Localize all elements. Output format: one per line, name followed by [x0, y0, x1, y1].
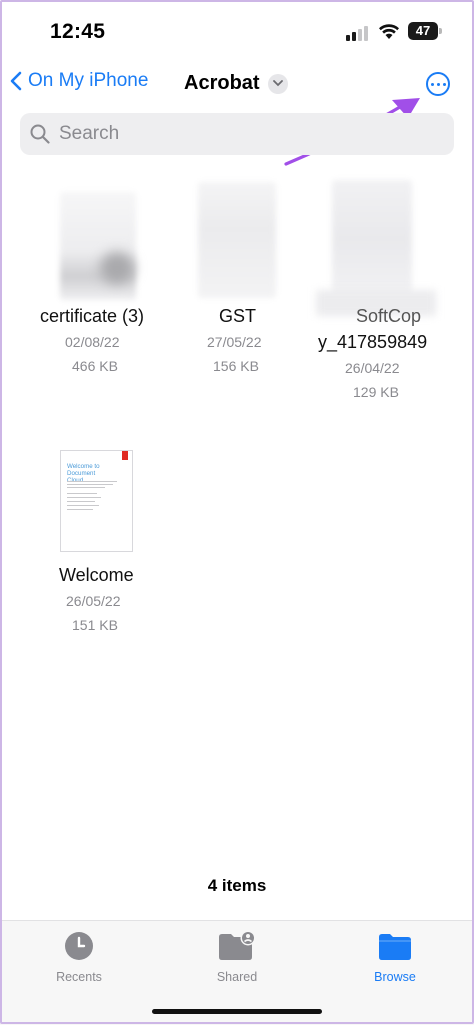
wifi-icon — [379, 24, 399, 39]
file-date: 26/05/22 — [66, 593, 121, 609]
file-thumbnail[interactable] — [332, 180, 412, 298]
tab-browse[interactable]: Browse — [345, 931, 445, 984]
thumbnail-line — [67, 509, 93, 510]
ellipsis-dot — [436, 82, 440, 86]
thumbnail-line — [67, 487, 105, 488]
tab-label: Recents — [56, 970, 102, 984]
thumbnail-line — [67, 484, 113, 485]
file-size: 129 KB — [353, 384, 399, 400]
ellipsis-dot — [430, 82, 434, 86]
search-icon — [30, 124, 50, 144]
file-size: 151 KB — [72, 617, 118, 633]
back-button-label: On My iPhone — [28, 70, 149, 91]
file-date: 02/08/22 — [65, 334, 120, 350]
status-time: 12:45 — [50, 20, 106, 43]
status-bar: 12:45 47 — [0, 0, 474, 60]
tab-label: Browse — [374, 970, 416, 984]
file-thumbnail[interactable] — [198, 182, 276, 298]
back-button[interactable]: On My iPhone — [10, 70, 148, 92]
tab-label: Shared — [216, 970, 258, 984]
search-input[interactable] — [57, 122, 421, 146]
folder-title[interactable]: Acrobat — [184, 72, 288, 95]
thumbnail-line — [67, 501, 95, 502]
battery-tip — [439, 28, 442, 34]
file-name: Welcome — [59, 565, 134, 585]
file-name-line1: SoftCop — [356, 306, 422, 326]
acrobat-bookmark-icon — [122, 451, 128, 460]
tab-recents[interactable]: Recents — [29, 931, 129, 984]
home-indicator[interactable] — [152, 1009, 322, 1014]
file-size: 466 KB — [72, 358, 118, 374]
file-name-line2: y_417859849 — [318, 332, 428, 352]
cellular-signal-icon — [346, 25, 370, 41]
folder-title-text: Acrobat — [184, 72, 260, 94]
item-count: 4 items — [207, 876, 267, 895]
thumbnail-line — [67, 505, 99, 506]
ellipsis-dot — [442, 82, 446, 86]
file-date: 27/05/22 — [207, 334, 262, 350]
file-name: certificate (3) — [40, 306, 145, 326]
file-thumbnail[interactable] — [60, 192, 136, 300]
battery-level: 47 — [415, 23, 431, 38]
thumbnail-line — [67, 493, 97, 494]
shared-folder-icon — [219, 930, 256, 960]
chevron-left-icon — [10, 71, 22, 91]
file-thumbnail[interactable]: Welcome to Document Cloud — [60, 450, 133, 552]
thumbnail-line — [67, 481, 117, 482]
chevron-down-icon[interactable] — [267, 73, 288, 94]
tab-shared[interactable]: Shared — [187, 930, 287, 984]
thumbnail-line — [67, 497, 101, 498]
search-bar[interactable] — [20, 113, 454, 155]
file-thumbnail-blur-spot — [100, 252, 134, 284]
file-date: 26/04/22 — [345, 360, 400, 376]
folder-icon — [379, 934, 411, 960]
file-name: GST — [219, 306, 257, 326]
clock-icon — [65, 932, 93, 960]
battery-indicator: 47 — [408, 22, 438, 40]
file-size: 156 KB — [213, 358, 259, 374]
